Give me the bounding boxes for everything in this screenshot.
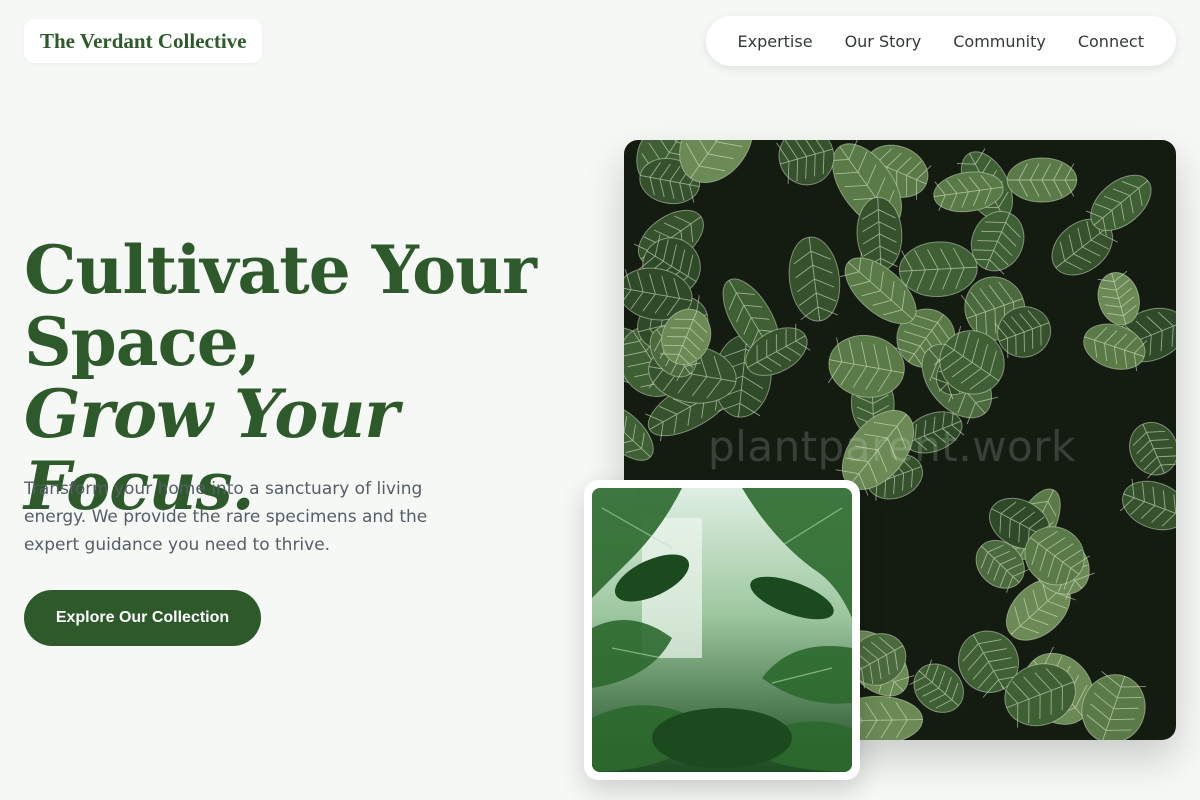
greenhouse-image [592,488,852,772]
brand-logo[interactable]: The Verdant Collective [24,19,263,63]
headline-line-2: Space, [24,303,261,381]
landing-page: The Verdant Collective Expertise Our Sto… [0,0,1200,800]
nav-item-community[interactable]: Community [953,32,1046,51]
headline-line-1: Cultivate Your [24,231,537,309]
nav-item-connect[interactable]: Connect [1078,32,1144,51]
explore-collection-button[interactable]: Explore Our Collection [24,590,261,646]
main-nav: Expertise Our Story Community Connect [705,16,1176,66]
nav-item-expertise[interactable]: Expertise [738,32,813,51]
nav-item-our-story[interactable]: Our Story [845,32,922,51]
hero-subcopy: Transform your home into a sanctuary of … [24,479,428,555]
greenhouse-image-card [584,480,860,780]
greenhouse-scene [592,488,852,772]
image-watermark: plantparent.work [708,422,1076,471]
